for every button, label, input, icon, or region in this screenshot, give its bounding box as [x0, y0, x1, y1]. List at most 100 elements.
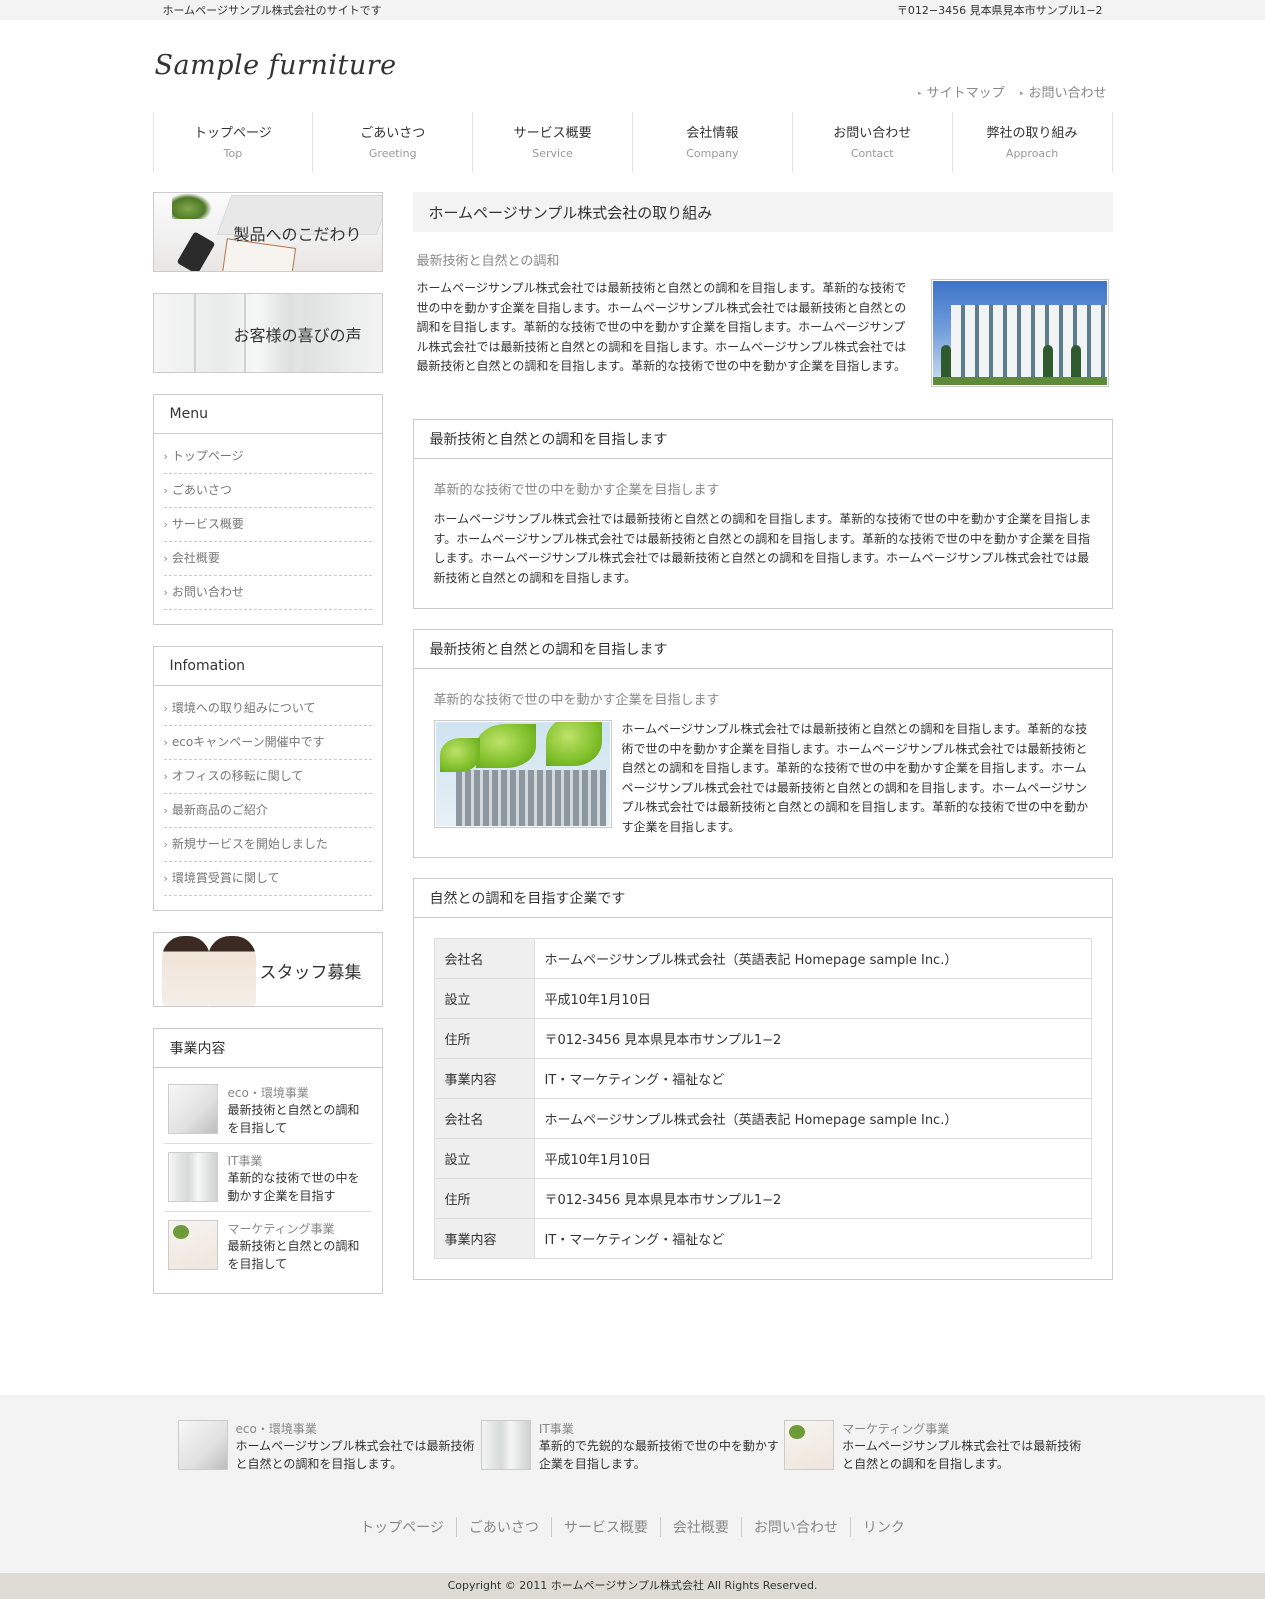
header: Sample furniture サイトマップ お問い合わせ [153, 20, 1113, 112]
table-value: ホームページサンプル株式会社（英語表記 Homepage sample Inc.… [533, 1098, 1092, 1139]
tower-image [433, 720, 612, 828]
table-key: 会社名 [433, 1098, 535, 1139]
nav-greeting[interactable]: ごあいさつ Greeting [312, 112, 472, 172]
footer-desc: ホームページサンプル株式会社では最新技術と自然との調和を目指します。 [842, 1439, 1082, 1471]
business-box: 事業内容 eco・環境事業 最新技術と自然との調和を目指して IT事業 革新的な技術… [152, 1028, 383, 1294]
table-row: 会社名 ホームページサンプル株式会社（英語表記 Homepage sample I… [433, 1098, 1092, 1139]
footer-nav-links[interactable]: リンク [849, 1517, 917, 1537]
footer-business-it[interactable]: IT事業 革新的で先鋭的な最新技術で世の中を動かす企業を目指します。 [480, 1420, 784, 1473]
nav-label: 会社情報 [686, 126, 739, 141]
nav-label: ごあいさつ [360, 126, 426, 141]
footer-thumb [177, 1420, 228, 1470]
nav-contact[interactable]: お問い合わせ Contact [791, 112, 952, 172]
intro-subtitle: 最新技術と自然との調和 [416, 254, 560, 269]
site-tagline: ホームページサンプル株式会社のサイトです [162, 4, 382, 17]
menu-item-contact[interactable]: お問い合わせ [163, 576, 372, 610]
nav-label: サービス概要 [513, 126, 592, 141]
banner-voice[interactable]: お客様の喜びの声 [152, 293, 383, 373]
table-row: 住所 〒012-3456 見本県見本市サンプル1−2 [433, 1018, 1092, 1059]
table-value: ホームページサンプル株式会社（英語表記 Homepage sample Inc.… [533, 938, 1092, 979]
business-thumb [167, 1152, 218, 1202]
nav-label: お問い合わせ [833, 126, 912, 141]
nav-label: 弊社の取り組み [986, 126, 1078, 141]
footer-business-marketing[interactable]: マーケティング事業 ホームページサンプル株式会社では最新技術と自然との調和を目指し… [784, 1420, 1087, 1473]
sitemap-link[interactable]: サイトマップ [917, 82, 1005, 101]
business-category: マーケティング事業 [227, 1222, 335, 1236]
footer-nav-contact[interactable]: お問い合わせ [740, 1517, 850, 1537]
footer: eco・環境事業ホームページサンプル株式会社では最新技術と自然との調和を目指しま… [0, 1395, 1265, 1573]
business-desc: 最新技術と自然との調和を目指して [227, 1103, 360, 1135]
box-title: 最新技術と自然との調和を目指します [413, 630, 1112, 669]
footer-thumb [784, 1420, 835, 1470]
banner-label: お客様の喜びの声 [233, 326, 362, 345]
banner-label: 製品へのこだわり [233, 225, 362, 244]
table-key: 事業内容 [433, 1218, 535, 1259]
info-item[interactable]: ecoキャンペーン開催中です [163, 726, 372, 760]
building-image [930, 279, 1109, 387]
footer-thumb [480, 1420, 531, 1470]
box-text: ホームページサンプル株式会社では最新技術と自然との調和を目指します。革新的な技術… [621, 722, 1089, 834]
business-desc: 最新技術と自然との調和を目指して [227, 1239, 360, 1271]
main-content: ホームページサンプル株式会社の取り組み 最新技術と自然との調和 ホームページサン… [412, 192, 1113, 1315]
box-title: 自然との調和を目指す企業です [413, 879, 1112, 918]
content-box-1: 最新技術と自然との調和を目指します 革新的な技術で世の中を動かす企業を目指します… [412, 419, 1113, 609]
nav-service[interactable]: サービス概要 Service [472, 112, 632, 172]
footer-category: IT事業 [538, 1422, 574, 1436]
table-row: 会社名 ホームページサンプル株式会社（英語表記 Homepage sample I… [433, 938, 1092, 979]
business-item-marketing[interactable]: マーケティング事業最新技術と自然との調和を目指して [164, 1216, 372, 1279]
page-title: ホームページサンプル株式会社の取り組み [412, 192, 1113, 232]
banner-product[interactable]: 製品へのこだわり [152, 192, 383, 272]
nav-label: トップページ [194, 126, 272, 141]
info-item[interactable]: 新規サービスを開始しました [163, 828, 372, 862]
box-title: 最新技術と自然との調和を目指します [413, 420, 1112, 459]
business-title: 事業内容 [153, 1029, 382, 1068]
contact-link[interactable]: お問い合わせ [1019, 82, 1106, 101]
top-bar: ホームページサンプル株式会社のサイトです 〒012−3456 見本県見本市サンプ… [0, 0, 1265, 20]
table-value: IT・マーケティング・福祉など [533, 1218, 1092, 1259]
info-item[interactable]: 最新商品のご紹介 [163, 794, 372, 828]
footer-nav: トップページ ごあいさつ サービス概要 会社概要 お問い合わせ リンク [0, 1517, 1265, 1537]
footer-business-eco[interactable]: eco・環境事業ホームページサンプル株式会社では最新技術と自然との調和を目指しま… [177, 1420, 481, 1473]
utility-nav: サイトマップ お問い合わせ [917, 82, 1107, 101]
site-logo[interactable]: Sample furniture [155, 50, 397, 81]
info-item[interactable]: 環境賞受賞に関して [163, 862, 372, 896]
table-value: 平成10年1月10日 [533, 1138, 1092, 1179]
business-thumb [167, 1084, 218, 1134]
menu-item-top[interactable]: トップページ [163, 440, 372, 474]
info-item[interactable]: オフィスの移転に関して [163, 760, 372, 794]
nav-approach[interactable]: 弊社の取り組み Approach [951, 112, 1112, 172]
footer-nav-greeting[interactable]: ごあいさつ [455, 1517, 551, 1537]
menu-title: Menu [153, 395, 382, 434]
business-item-it[interactable]: IT事業 革新的な技術で世の中を動かす企業を目指す [163, 1148, 372, 1212]
footer-nav-company[interactable]: 会社概要 [659, 1517, 741, 1537]
content-box-2: 最新技術と自然との調和を目指します 革新的な技術で世の中を動かす企業を目指します [412, 629, 1113, 858]
footer-nav-service[interactable]: サービス概要 [550, 1517, 660, 1537]
table-key: 住所 [433, 1018, 535, 1059]
footer-desc: ホームページサンプル株式会社では最新技術と自然との調和を目指します。 [235, 1439, 475, 1471]
nav-top[interactable]: トップページ Top [152, 112, 313, 172]
business-item-eco[interactable]: eco・環境事業 最新技術と自然との調和を目指して [163, 1080, 372, 1144]
nav-sublabel: Greeting [368, 147, 417, 160]
info-title: Infomation [153, 647, 382, 686]
copyright: Copyright © 2011 ホームページサンプル株式会社 All Righ… [0, 1573, 1265, 1599]
menu-item-service[interactable]: サービス概要 [163, 508, 372, 542]
info-item[interactable]: 環境への取り組みについて [163, 692, 372, 726]
box-subtitle: 革新的な技術で世の中を動かす企業を目指します [433, 693, 720, 708]
intro-text: ホームページサンプル株式会社では最新技術と自然との調和を目指します。革新的な技術… [416, 281, 907, 373]
nav-sublabel: Top [223, 147, 243, 160]
menu-item-greeting[interactable]: ごあいさつ [163, 474, 372, 508]
business-category: IT事業 [227, 1154, 263, 1168]
footer-category: eco・環境事業 [235, 1422, 317, 1436]
banner-label: スタッフ募集 [259, 963, 362, 983]
menu-item-company[interactable]: 会社概要 [163, 542, 372, 576]
company-info-table: 会社名 ホームページサンプル株式会社（英語表記 Homepage sample I… [433, 938, 1092, 1259]
table-row: 住所 〒012-3456 見本県見本市サンプル1−2 [433, 1178, 1092, 1219]
banner-recruit[interactable]: スタッフ募集 [152, 932, 383, 1007]
table-key: 事業内容 [433, 1058, 535, 1099]
nav-sublabel: Approach [1005, 147, 1059, 160]
menu-box: Menu トップページ ごあいさつ サービス概要 会社概要 お問い合わせ [152, 394, 383, 625]
nav-company[interactable]: 会社情報 Company [631, 112, 792, 172]
table-value: IT・マーケティング・福祉など [533, 1058, 1092, 1099]
footer-nav-top[interactable]: トップページ [348, 1517, 456, 1537]
header-address: 〒012−3456 見本県見本市サンプル1−2 [896, 4, 1103, 17]
